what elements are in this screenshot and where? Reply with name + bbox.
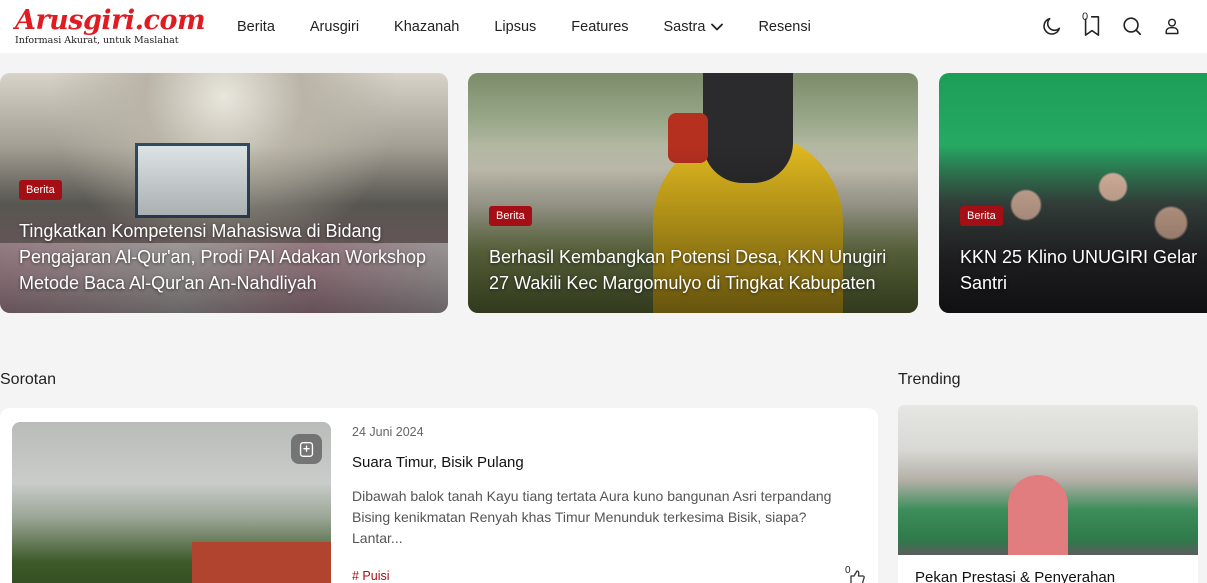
trending-card[interactable]: Pekan Prestasi & Penyerahan xyxy=(898,405,1198,583)
user-icon xyxy=(1165,18,1179,35)
featured-title[interactable]: Berhasil Kembangkan Potensi Desa, KKN Un… xyxy=(489,244,904,296)
nav-label: Features xyxy=(571,18,629,35)
nav-label: Sastra xyxy=(663,18,706,35)
post-tag[interactable]: # Puisi xyxy=(352,569,390,583)
featured-card[interactable]: Berita Berhasil Kembangkan Potensi Desa,… xyxy=(468,73,918,313)
featured-slider: Berita Tingkatkan Kompetensi Mahasiswa d… xyxy=(0,73,1207,313)
thumbs-up-icon xyxy=(850,570,865,583)
bookmark-count: 0 xyxy=(1082,11,1089,23)
search-button[interactable] xyxy=(1121,13,1143,39)
bookmarks-button[interactable]: 0 xyxy=(1081,11,1103,39)
dark-mode-toggle[interactable] xyxy=(1041,13,1063,39)
post-title[interactable]: Suara Timur, Bisik Pulang xyxy=(352,454,524,471)
roof-image xyxy=(192,542,331,583)
nav-label: Arusgiri xyxy=(309,18,360,35)
nav-item-arusgiri[interactable]: Arusgiri xyxy=(310,19,359,35)
nav-item-lipsus[interactable]: Lipsus xyxy=(494,19,536,35)
site-header: Arusgiri.com Informasi Akurat, untuk Mas… xyxy=(0,0,1207,53)
post-date: 24 Juni 2024 xyxy=(352,425,424,439)
nav-item-features[interactable]: Features xyxy=(571,19,628,35)
section-title-sorotan: Sorotan xyxy=(0,371,57,388)
header-actions: 0 xyxy=(1041,11,1183,39)
featured-card[interactable]: Berita KKN 25 Klino UNUGIRI Gelar Santri xyxy=(939,73,1207,313)
bookmark-add-icon xyxy=(299,441,314,457)
nav-label: Khazanah xyxy=(394,18,460,35)
nav-label: Berita xyxy=(237,18,275,35)
logo-tagline: Informasi Akurat, untuk Maslahat xyxy=(15,35,179,46)
person-image xyxy=(1008,475,1068,555)
featured-card[interactable]: Berita Tingkatkan Kompetensi Mahasiswa d… xyxy=(0,73,448,313)
trending-post-image xyxy=(898,405,1198,555)
category-badge[interactable]: Berita xyxy=(19,180,62,200)
section-title-trending: Trending xyxy=(898,371,961,388)
like-button[interactable]: 0 xyxy=(845,565,865,583)
site-logo[interactable]: Arusgiri.com Informasi Akurat, untuk Mas… xyxy=(15,5,206,46)
nav-item-resensi[interactable]: Resensi xyxy=(758,19,810,35)
category-badge[interactable]: Berita xyxy=(489,206,532,226)
post-excerpt: Dibawah balok tanah Kayu tiang tertata A… xyxy=(352,488,832,546)
nav-label: Resensi xyxy=(758,18,811,35)
main-nav: Berita Arusgiri Khazanah Lipsus Features… xyxy=(237,0,846,53)
search-icon xyxy=(1123,17,1142,36)
nav-label: Lipsus xyxy=(494,18,537,35)
logo-name: Arusgiri xyxy=(15,5,135,36)
nav-item-sastra[interactable]: Sastra xyxy=(664,19,724,35)
nav-item-khazanah[interactable]: Khazanah xyxy=(394,19,459,35)
trending-title[interactable]: Pekan Prestasi & Penyerahan xyxy=(915,569,1115,583)
featured-title[interactable]: KKN 25 Klino UNUGIRI Gelar Santri xyxy=(960,244,1207,296)
featured-title[interactable]: Tingkatkan Kompetensi Mahasiswa di Bidan… xyxy=(19,218,439,296)
account-button[interactable] xyxy=(1161,13,1183,39)
bookmark-post-button[interactable] xyxy=(291,434,322,464)
logo-suffix: .com xyxy=(134,5,206,36)
moon-icon xyxy=(1043,17,1061,35)
chevron-down-icon xyxy=(711,23,724,30)
nav-item-berita[interactable]: Berita xyxy=(237,19,275,35)
category-badge[interactable]: Berita xyxy=(960,206,1003,226)
sorotan-post-image[interactable] xyxy=(12,422,331,583)
